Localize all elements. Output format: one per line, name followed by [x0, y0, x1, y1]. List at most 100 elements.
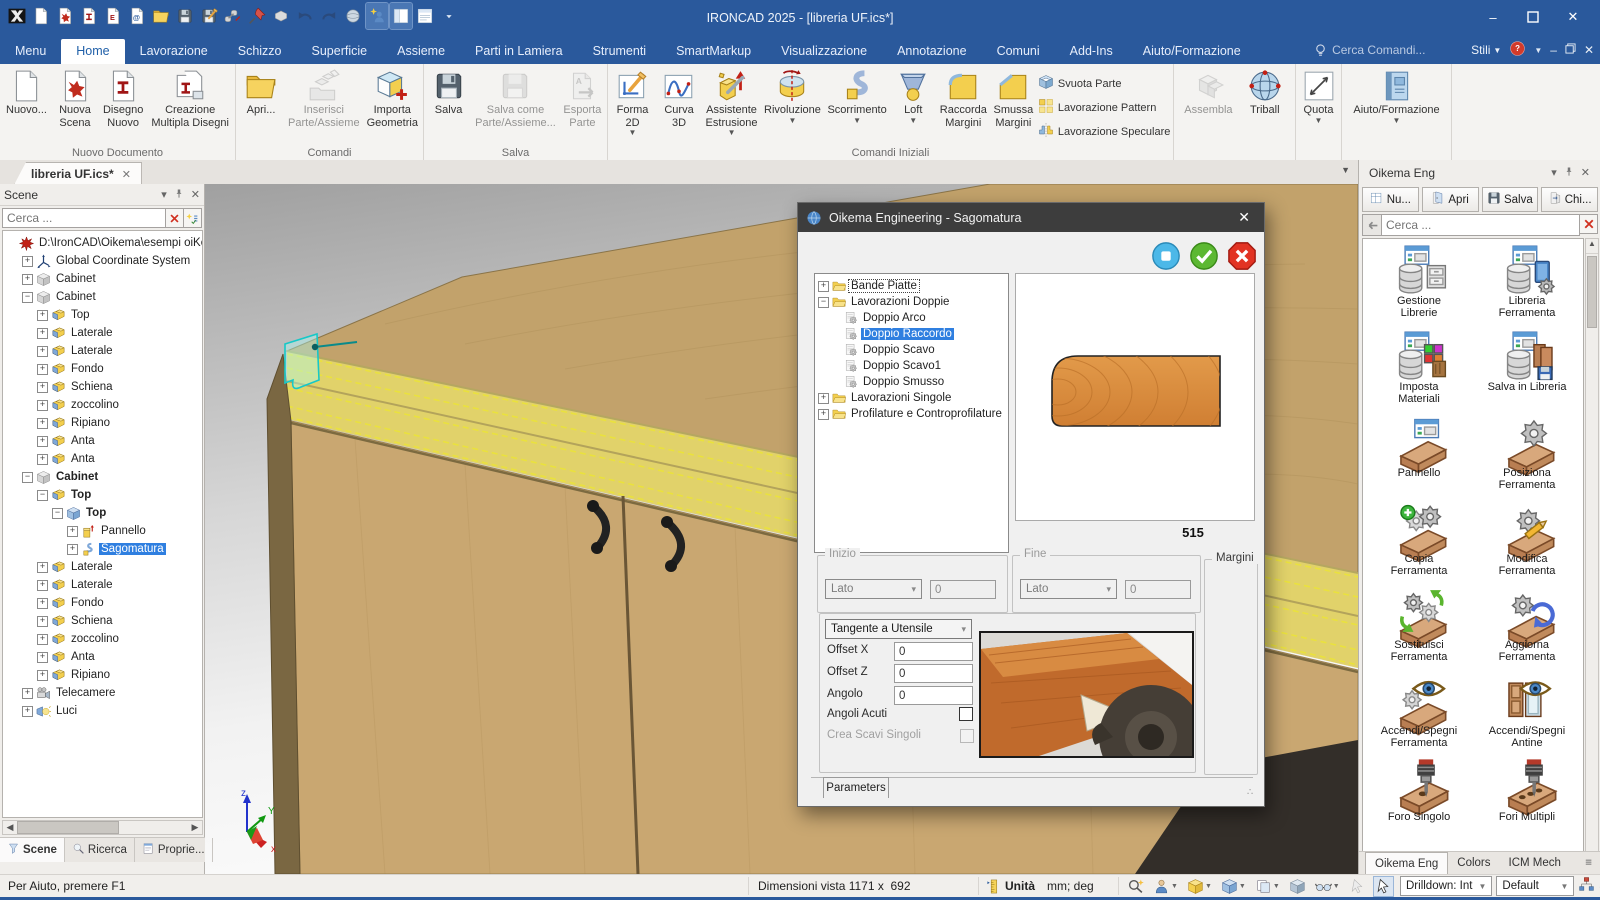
ribbon-lavorazione-speculare-button[interactable]: Lavorazione Speculare	[1038, 122, 1171, 141]
catalog-tab-oikema-eng[interactable]: Oikema Eng	[1365, 852, 1448, 874]
catalog-back-icon[interactable]	[1362, 214, 1382, 236]
catalog-item-fori-multipli[interactable]: Fori Multipli	[1473, 755, 1581, 841]
tree-expand-toggle[interactable]: −	[52, 508, 63, 519]
tree-expand-toggle[interactable]: +	[37, 328, 48, 339]
catalog-item-modifica-ferramenta[interactable]: ModificaFerramenta	[1473, 497, 1581, 583]
qat-page-blue-icon[interactable]: @	[126, 3, 148, 29]
scene-tree-item-schiena[interactable]: +Schiena	[3, 612, 202, 630]
dialog-cancel-button[interactable]	[1227, 241, 1257, 271]
qat-save-icon[interactable]	[174, 3, 196, 29]
catalog-tab-icm-mech[interactable]: ICM Mech	[1500, 852, 1570, 874]
inizio-lato-dropdown[interactable]: Lato▾	[825, 579, 922, 599]
ribbon-lavorazione-pattern-button[interactable]: Lavorazione Pattern	[1038, 98, 1171, 117]
catalog-item-accendi-spegni-ferramenta[interactable]: Accendi/SpegniFerramenta	[1365, 669, 1473, 755]
ribbon-aiuto-formazione-button[interactable]: Aiuto/Formazione▼	[1351, 67, 1441, 126]
qat-sphere-icon[interactable]	[342, 3, 364, 29]
qat-link-gray-icon[interactable]	[222, 3, 244, 29]
ribbon-forma-2d-button[interactable]: Forma2D▼	[611, 67, 655, 138]
panel-tab-scene[interactable]: Scene	[0, 838, 65, 862]
qat-floppy-pencil-icon[interactable]	[198, 3, 220, 29]
scene-tree-item-cabinet[interactable]: +Cabinet	[3, 270, 202, 288]
ribbon-salva-button[interactable]: Salva	[427, 67, 471, 118]
tree-expand-toggle[interactable]: +	[37, 652, 48, 663]
stili-dropdown[interactable]: Stili▼	[1471, 43, 1501, 57]
ribbon-importa-geometria-button[interactable]: ImportaGeometria	[365, 67, 420, 130]
ribbon-tab-menu[interactable]: Menu	[0, 39, 61, 64]
status-units[interactable]: Unità mm; deg	[986, 875, 1094, 897]
ribbon-quota-button[interactable]: Quota▼	[1297, 67, 1341, 126]
doc-minimize-button[interactable]: –	[1550, 43, 1557, 57]
tree-expand-toggle[interactable]: +	[37, 436, 48, 447]
qat-chevron-down-icon[interactable]	[438, 3, 460, 29]
tree-expand-toggle[interactable]: −	[37, 490, 48, 501]
help-badge[interactable]: ?	[1509, 40, 1526, 60]
qat-app-logo-icon[interactable]	[6, 3, 28, 29]
machining-item-bande-piatte[interactable]: +Bande Piatte	[815, 278, 1008, 294]
ribbon-loft-button[interactable]: Loft▼	[891, 67, 935, 126]
scene-tree-item-top[interactable]: +Top	[3, 306, 202, 324]
tree-expand-toggle[interactable]: +	[818, 409, 829, 420]
qat-folder-open-icon[interactable]	[150, 3, 172, 29]
document-tab[interactable]: libreria UF.ics* ✕	[14, 162, 142, 185]
panel-tab-proprie[interactable]: Proprie...	[135, 838, 213, 862]
scene-tree-item-sagomatura[interactable]: +Sagomatura	[3, 540, 202, 558]
config-dropdown[interactable]: Default▼	[1496, 876, 1574, 896]
catalog-scrollbar[interactable]: ▲ ▼	[1585, 238, 1599, 900]
tree-expand-toggle[interactable]: +	[37, 598, 48, 609]
catalog-apri-button[interactable]: Apri	[1422, 187, 1479, 212]
catalog-nu-button[interactable]: Nu...	[1362, 187, 1419, 212]
status-st-cube-b-icon[interactable]: ▼	[1220, 877, 1247, 896]
scene-tree-item-laterale[interactable]: +Laterale	[3, 576, 202, 594]
tangente-dropdown[interactable]: Tangente a Utensile▾	[825, 619, 972, 639]
pin-icon[interactable]	[174, 188, 184, 202]
drilldown-dropdown[interactable]: Drilldown: Int▼	[1400, 876, 1492, 896]
panel-menu-arrow-icon[interactable]: ▾	[161, 188, 167, 202]
catalog-salva-button[interactable]: Salva	[1482, 187, 1539, 212]
qat-undo-icon[interactable]	[294, 3, 316, 29]
tree-expand-toggle[interactable]: +	[67, 526, 78, 537]
tree-expand-toggle[interactable]: +	[22, 688, 33, 699]
scene-tree-item-ripiano[interactable]: +Ripiano	[3, 414, 202, 432]
ribbon-rivoluzione-button[interactable]: Rivoluzione▼	[762, 67, 823, 126]
ribbon-curva-3d-button[interactable]: Curva3D	[657, 67, 701, 130]
scrollbar-thumb[interactable]	[17, 821, 119, 834]
angoli-acuti-checkbox[interactable]	[959, 707, 973, 721]
machining-item-lavorazioni-doppie[interactable]: −Lavorazioni Doppie	[815, 294, 1008, 310]
catalog-item-accendi-spegni-antine[interactable]: Accendi/SpegniAntine	[1473, 669, 1581, 755]
tree-expand-toggle[interactable]: +	[22, 256, 33, 267]
offset-z-field[interactable]	[894, 664, 973, 683]
angolo-field[interactable]	[894, 686, 973, 705]
scene-search-clear-icon[interactable]	[166, 208, 184, 228]
tree-expand-toggle[interactable]: +	[37, 400, 48, 411]
scene-tree-item-schiena[interactable]: +Schiena	[3, 378, 202, 396]
dialog-ok-button[interactable]	[1189, 241, 1219, 271]
scene-tree-item-telecamere[interactable]: +Telecamere	[3, 684, 202, 702]
tree-expand-toggle[interactable]: +	[37, 310, 48, 321]
scroll-up-icon[interactable]: ▲	[1586, 239, 1598, 254]
ribbon-tab-comuni[interactable]: Comuni	[982, 39, 1055, 64]
tree-expand-toggle[interactable]: +	[37, 580, 48, 591]
tree-expand-toggle[interactable]: +	[37, 346, 48, 357]
ribbon-tab-aiuto-formazione[interactable]: Aiuto/Formazione	[1128, 39, 1256, 64]
qat-part-gray-icon[interactable]	[270, 3, 292, 29]
catalog-item-sostituisci-ferramenta[interactable]: SostituisciFerramenta	[1365, 583, 1473, 669]
qat-page-icon[interactable]	[30, 3, 52, 29]
status-st-copy-icon[interactable]: ▼	[1254, 877, 1281, 896]
command-search[interactable]: Cerca Comandi...	[1313, 43, 1463, 58]
status-st-cursor-icon[interactable]	[1374, 877, 1393, 896]
ribbon-tab-schizzo[interactable]: Schizzo	[223, 39, 297, 64]
status-st-cube-y-icon[interactable]: ▼	[1186, 877, 1213, 896]
catalog-search-clear-icon[interactable]	[1580, 214, 1598, 234]
status-st-person-icon[interactable]: ▼	[1152, 877, 1179, 896]
machining-item-doppio-scavo1[interactable]: Doppio Scavo1	[815, 358, 1008, 374]
parameters-tab[interactable]: Parameters	[823, 777, 889, 798]
panel-close-icon[interactable]: ✕	[191, 188, 200, 202]
scene-tree-item-fondo[interactable]: +Fondo	[3, 360, 202, 378]
tree-expand-toggle[interactable]: +	[37, 382, 48, 393]
machining-item-lavorazioni-singole[interactable]: +Lavorazioni Singole	[815, 390, 1008, 406]
qat-search-person-icon[interactable]	[366, 3, 388, 29]
catalog-item-gestione-librerie[interactable]: GestioneLibrerie	[1365, 239, 1473, 325]
tree-expand-toggle[interactable]: +	[37, 616, 48, 627]
scroll-left-icon[interactable]: ◀	[3, 822, 17, 833]
qat-page-red-e-icon[interactable]: E	[102, 3, 124, 29]
